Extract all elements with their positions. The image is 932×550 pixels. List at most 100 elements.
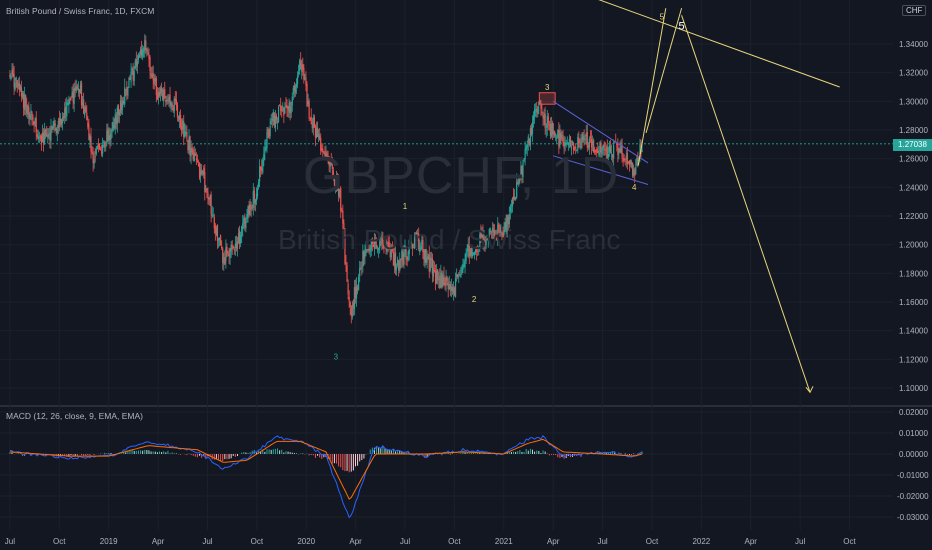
candle-body: [138, 54, 141, 57]
candle-body: [69, 98, 71, 100]
candle-body: [350, 307, 352, 316]
candle-body: [137, 55, 140, 60]
candle-body: [204, 172, 206, 193]
macd-histogram-bar: [308, 454, 310, 456]
candle-body: [193, 152, 195, 162]
macd-histogram-bar: [125, 452, 127, 454]
candle-body: [637, 157, 639, 162]
wave-label: 2: [472, 295, 477, 304]
candle-body: [118, 111, 121, 116]
candle-body: [209, 195, 211, 200]
chart-canvas[interactable]: 1234535 1.340001.320001.300001.280001.26…: [0, 0, 932, 550]
macd-histogram-bar: [264, 451, 266, 454]
candle-body: [144, 40, 146, 51]
candle-body: [289, 102, 291, 113]
candle-body: [256, 188, 259, 197]
candle-body: [89, 135, 91, 142]
candle-body: [318, 133, 320, 138]
price-tick-label: 1.22000: [899, 212, 928, 221]
macd-histogram-bar: [89, 454, 91, 456]
macd-tick-label: 0.02000: [899, 408, 928, 417]
candle-body: [454, 278, 457, 297]
macd-histogram-bar: [513, 451, 515, 454]
candle-body: [131, 68, 133, 71]
candle-body: [535, 109, 537, 112]
candle-body: [270, 121, 272, 124]
time-tick-label: Apr: [547, 537, 560, 546]
candle-body: [174, 98, 176, 101]
candle-body: [58, 118, 61, 127]
candle-body: [100, 151, 103, 154]
candle-body: [246, 213, 248, 220]
macd-histogram-bar: [515, 451, 517, 454]
macd-histogram-bar: [137, 450, 139, 454]
candle-body: [224, 257, 226, 264]
candle-body: [309, 118, 311, 120]
candle-body: [545, 129, 547, 131]
macd-histogram-bar: [517, 451, 519, 454]
candle-body: [28, 107, 30, 119]
macd-histogram-bar: [380, 448, 382, 454]
macd-histogram-bar: [218, 454, 220, 460]
candle-body: [554, 131, 556, 137]
macd-histogram-bar: [180, 454, 182, 455]
candle-body: [276, 121, 279, 123]
candle-body: [398, 261, 400, 271]
candle-body: [636, 158, 638, 166]
macd-histogram-bar: [369, 449, 371, 454]
macd-histogram-bar: [230, 454, 232, 459]
macd-histogram-bar: [631, 454, 633, 456]
time-tick-label: Apr: [349, 537, 362, 546]
wave-label: 3: [545, 83, 550, 92]
time-tick-label: Jul: [597, 537, 607, 546]
candle-body: [528, 139, 530, 145]
candle-body: [316, 127, 319, 137]
price-tick-label: 1.26000: [899, 155, 928, 164]
candle-body: [565, 142, 567, 146]
candle-body: [159, 88, 162, 94]
candle-body: [581, 137, 583, 140]
candle-body: [74, 88, 76, 91]
candle-body: [215, 227, 218, 236]
candle-body: [133, 71, 135, 82]
candle-body: [102, 144, 104, 154]
candle-body: [154, 78, 156, 82]
candle-body: [163, 89, 165, 102]
candle-body: [291, 96, 293, 106]
macd-histogram-bar: [342, 454, 344, 471]
macd-histogram-bar: [270, 449, 272, 454]
candle-body: [558, 130, 560, 147]
macd-histogram-bar: [245, 452, 247, 454]
macd-histogram-bar: [534, 451, 536, 454]
candle-body: [457, 274, 459, 278]
candle-body: [182, 120, 184, 130]
candle-body: [566, 142, 568, 144]
candle-body: [81, 102, 84, 106]
candle-body: [152, 73, 154, 81]
macd-histogram-bar: [293, 453, 295, 454]
candle-body: [296, 76, 299, 85]
candle-body: [194, 153, 196, 156]
candle-body: [562, 137, 564, 144]
candle-body: [96, 145, 98, 149]
candle-body: [272, 111, 274, 122]
candle-body: [283, 108, 285, 116]
candle-body: [583, 136, 585, 140]
macd-histogram-bar: [346, 454, 348, 471]
candle-body: [205, 188, 207, 191]
macd-indicator-title[interactable]: MACD (12, 26, close, 9, EMA, EMA): [6, 411, 143, 421]
candle-body: [440, 272, 442, 288]
macd-histogram-bar: [350, 454, 352, 472]
candle-body: [268, 130, 270, 138]
symbol-title[interactable]: British Pound / Swiss Franc, 1D, FXCM: [6, 6, 154, 16]
candle-body: [619, 148, 621, 153]
macd-histogram-bar: [470, 452, 472, 454]
currency-badge[interactable]: CHF: [902, 5, 927, 16]
candle-body: [285, 105, 287, 107]
candle-body: [234, 243, 236, 248]
candle-body: [591, 141, 594, 145]
candle-body: [589, 136, 592, 138]
candle-body: [560, 132, 562, 140]
candle-body: [345, 262, 347, 265]
candle-body: [94, 156, 96, 158]
